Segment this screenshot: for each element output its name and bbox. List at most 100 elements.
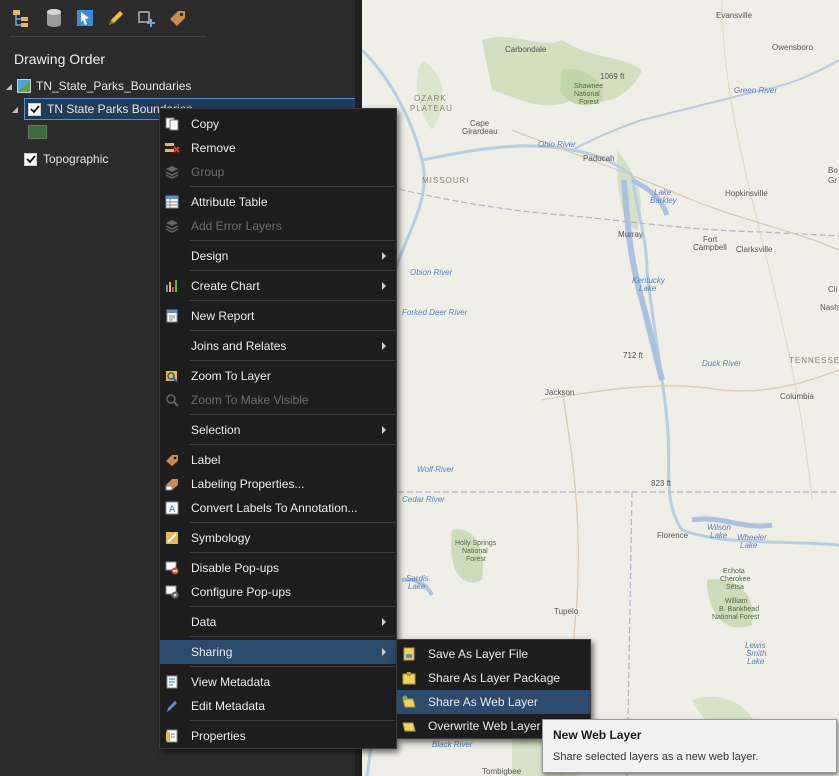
menu-item-create-chart[interactable]: Create Chart [160, 274, 396, 298]
menu-item-label: Remove [191, 141, 236, 155]
list-by-selection-icon[interactable] [72, 5, 98, 31]
map-label: Evansville [716, 11, 753, 20]
menu-item-share-as-layer-package[interactable]: Share As Layer Package [397, 666, 590, 690]
map-label: Florence [657, 531, 689, 540]
menu-item-configure-popups[interactable]: Configure Pop-ups [160, 580, 396, 604]
map-label: Lake [740, 541, 758, 550]
menu-item-new-report[interactable]: New Report [160, 304, 396, 328]
chart-icon [164, 278, 180, 294]
menu-item-label: Selection [191, 423, 241, 437]
menu-item-save-as-layer-file[interactable]: Save As Layer File [397, 642, 590, 666]
map-label: TENNESSEE [789, 356, 839, 365]
submenu-arrow-icon [382, 618, 386, 626]
table-icon [164, 194, 180, 210]
menu-item-label: Share As Web Layer [428, 695, 538, 709]
menu-item-label: Labeling Properties... [191, 477, 305, 491]
menu-item-label: Convert Labels To Annotation... [191, 501, 358, 515]
menu-item-attribute-table[interactable]: Attribute Table [160, 190, 396, 214]
map-label: Cli [828, 285, 838, 294]
menu-separator [190, 444, 395, 445]
convert-annotation-icon: A [164, 500, 180, 516]
basemap-name: Topographic [43, 152, 109, 166]
menu-item-disable-popups[interactable]: Disable Pop-ups [160, 556, 396, 580]
list-by-labeling-icon[interactable] [165, 5, 191, 31]
layer-visibility-checkbox[interactable] [28, 102, 41, 116]
menu-item-group[interactable]: Group [160, 160, 396, 184]
list-by-drawing-order-icon[interactable] [10, 5, 36, 31]
menu-item-label: Overwrite Web Layer [428, 719, 541, 733]
copy-icon [164, 116, 180, 132]
basemap-visibility-checkbox[interactable] [24, 152, 37, 166]
menu-item-labeling-properties[interactable]: Labeling Properties... [160, 472, 396, 496]
submenu-arrow-icon [382, 426, 386, 434]
map-label: Green River [734, 86, 778, 95]
tooltip-description: Share selected layers as a new web layer… [553, 751, 759, 763]
tooltip-title: New Web Layer [553, 728, 642, 742]
map-label: Tupelo [554, 607, 579, 616]
menu-item-label: Configure Pop-ups [191, 585, 292, 599]
pane-title: Drawing Order [14, 51, 106, 67]
menu-item-sharing[interactable]: Sharing [160, 640, 396, 664]
menu-separator [190, 720, 395, 721]
menu-item-label: Copy [191, 117, 220, 131]
menu-item-label-layer[interactable]: Label [160, 448, 396, 472]
menu-item-remove[interactable]: Remove [160, 136, 396, 160]
collapse-arrow-icon[interactable]: ◢ [10, 104, 20, 114]
map-label: Ohio River [538, 140, 576, 149]
menu-item-label: Symbology [191, 531, 251, 545]
tree-item-map[interactable]: ◢ TN_State_Parks_Boundaries [4, 75, 191, 97]
menu-item-zoom-to-layer[interactable]: Zoom To Layer [160, 364, 396, 388]
map-label: Black River [432, 740, 473, 749]
map-label: National Forest [712, 614, 760, 621]
menu-item-symbology[interactable]: Symbology [160, 526, 396, 550]
menu-item-data[interactable]: Data [160, 610, 396, 634]
map-label: Barkley [650, 196, 677, 205]
menu-item-design[interactable]: Design [160, 244, 396, 268]
overwrite-web-layer-icon [401, 718, 417, 734]
menu-item-label: Zoom To Make Visible [191, 393, 309, 407]
map-label: Gr [828, 176, 837, 185]
menu-separator [190, 330, 395, 331]
tree-item-basemap[interactable]: Topographic [24, 148, 108, 170]
menu-item-share-as-web-layer[interactable]: Share As Web Layer [397, 690, 590, 714]
submenu-arrow-icon [382, 282, 386, 290]
menu-item-label: Attribute Table [191, 195, 268, 209]
zoom-to-layer-icon [164, 368, 180, 384]
menu-item-copy[interactable]: Copy [160, 112, 396, 136]
map-icon [17, 79, 31, 93]
map-label: Tombigbee [482, 767, 522, 776]
list-by-data-source-icon[interactable] [41, 5, 67, 31]
map-label: Bo [828, 166, 838, 175]
submenu-arrow-icon [382, 342, 386, 350]
menu-item-label: Zoom To Layer [191, 369, 271, 383]
map-label: Wolf River [417, 465, 454, 474]
menu-separator [190, 636, 395, 637]
menu-item-selection[interactable]: Selection [160, 418, 396, 442]
map-label: Lake [639, 284, 657, 293]
list-by-editing-icon[interactable] [103, 5, 129, 31]
layer-symbol-swatch[interactable] [28, 125, 47, 139]
menu-item-edit-metadata[interactable]: Edit Metadata [160, 694, 396, 718]
menu-item-label: Joins and Relates [191, 339, 287, 353]
submenu-arrow-icon [382, 648, 386, 656]
menu-separator [190, 300, 395, 301]
map-label: Carbondale [505, 45, 547, 54]
labeling-properties-icon [164, 476, 180, 492]
list-by-snapping-icon[interactable] [134, 5, 160, 31]
menu-item-label: Properties [191, 729, 246, 743]
menu-item-zoom-to-make-visible[interactable]: Zoom To Make Visible [160, 388, 396, 412]
menu-item-convert-labels[interactable]: A Convert Labels To Annotation... [160, 496, 396, 520]
map-label: Forked Deer River [402, 308, 468, 317]
menu-separator [190, 414, 395, 415]
map-label: Hopkinsville [725, 189, 768, 198]
menu-item-add-error-layers[interactable]: Add Error Layers [160, 214, 396, 238]
menu-item-joins-and-relates[interactable]: Joins and Relates [160, 334, 396, 358]
menu-item-view-metadata[interactable]: View Metadata [160, 670, 396, 694]
menu-separator [190, 522, 395, 523]
map-label: Clarksville [736, 245, 773, 254]
menu-separator [190, 552, 395, 553]
menu-item-properties[interactable]: Properties [160, 724, 396, 748]
collapse-arrow-icon[interactable]: ◢ [4, 81, 14, 91]
properties-icon [164, 728, 180, 744]
map-label: Lake [408, 582, 426, 591]
